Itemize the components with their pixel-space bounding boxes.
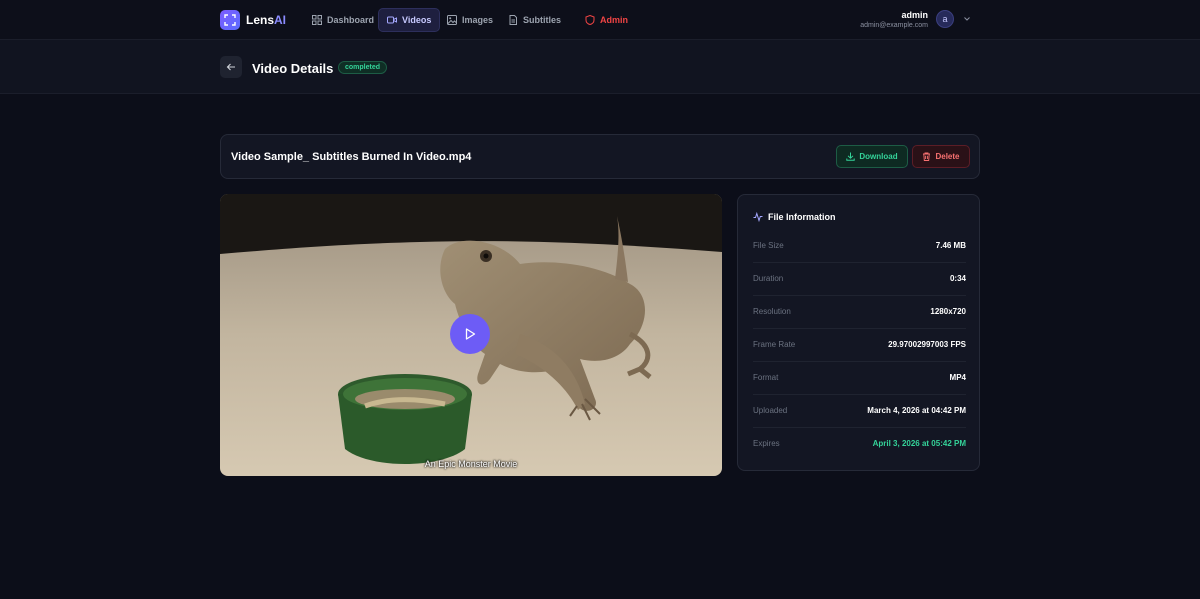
video-icon xyxy=(387,16,397,24)
info-value: 0:34 xyxy=(949,274,966,283)
info-value: March 4, 2026 at 04:42 PM xyxy=(867,406,966,415)
avatar[interactable]: a xyxy=(936,10,954,28)
info-label: Resolution xyxy=(753,307,791,316)
info-row-resolution: Resolution 1280x720 xyxy=(753,296,966,329)
info-value: 29.97002997003 FPS xyxy=(888,340,966,349)
arrow-left-icon xyxy=(226,63,235,71)
info-row-duration: Duration 0:34 xyxy=(753,263,966,296)
info-label: Expires xyxy=(753,439,780,448)
nav-item-dashboard[interactable]: Dashboard xyxy=(304,8,382,32)
info-value: 7.46 MB xyxy=(935,241,966,250)
video-player[interactable]: An Epic Monster Movie xyxy=(220,194,722,476)
video-subtitle: An Epic Monster Movie xyxy=(424,459,518,469)
nav-label-admin: Admin xyxy=(600,15,628,25)
play-icon xyxy=(465,328,476,340)
status-badge: completed xyxy=(338,61,388,74)
info-value: MP4 xyxy=(949,373,966,382)
subtitles-icon xyxy=(509,15,517,25)
lens-logo-icon xyxy=(220,10,240,30)
info-label: File Size xyxy=(753,241,784,250)
info-value: 1280x720 xyxy=(930,307,966,316)
nav-item-admin[interactable]: Admin xyxy=(577,8,636,32)
file-name: Video Sample_ Subtitles Burned In Video.… xyxy=(231,151,472,163)
info-label: Duration xyxy=(753,274,784,283)
download-icon xyxy=(846,152,856,161)
info-row-uploaded: Uploaded March 4, 2026 at 04:42 PM xyxy=(753,395,966,428)
nav-label-images: Images xyxy=(462,15,494,25)
activity-icon xyxy=(753,212,763,222)
info-label: Format xyxy=(753,373,779,382)
delete-label: Delete xyxy=(935,152,960,161)
info-value: April 3, 2026 at 05:42 PM xyxy=(872,439,966,448)
user-email: admin@example.com xyxy=(860,22,928,29)
play-button[interactable] xyxy=(450,314,490,354)
page-title: Video Details xyxy=(252,61,334,76)
info-label: Uploaded xyxy=(753,406,788,415)
info-row-frame-rate: Frame Rate 29.97002997003 FPS xyxy=(753,329,966,362)
nav-item-videos[interactable]: Videos xyxy=(378,8,441,32)
shield-icon xyxy=(585,15,595,25)
file-information-panel: File Information File Size 7.46 MB Durat… xyxy=(737,194,980,471)
download-button[interactable]: Download xyxy=(836,145,908,168)
user-info: admin admin@example.com xyxy=(860,10,928,29)
download-label: Download xyxy=(859,152,898,161)
info-row-file-size: File Size 7.46 MB xyxy=(753,230,966,263)
page-header xyxy=(0,40,1200,94)
file-information-title: File Information xyxy=(753,212,836,222)
file-header-card: Video Sample_ Subtitles Burned In Video.… xyxy=(220,134,980,179)
user-name: admin xyxy=(901,10,928,20)
brand[interactable]: LensAI xyxy=(220,10,286,30)
nav-label-dashboard: Dashboard xyxy=(327,15,375,25)
trash-icon xyxy=(923,152,931,161)
dashboard-icon xyxy=(312,15,322,25)
nav-label-videos: Videos xyxy=(402,15,432,25)
info-row-format: Format MP4 xyxy=(753,362,966,395)
file-information-label: File Information xyxy=(768,212,836,222)
image-icon xyxy=(447,15,457,25)
chevron-down-icon[interactable] xyxy=(963,15,971,23)
brand-name: LensAI xyxy=(246,13,287,27)
back-button[interactable] xyxy=(220,56,242,78)
nav-item-subtitles[interactable]: Subtitles xyxy=(500,8,569,32)
info-label: Frame Rate xyxy=(753,340,796,349)
nav-label-subtitles: Subtitles xyxy=(523,15,562,25)
nav-item-images[interactable]: Images xyxy=(439,8,501,32)
info-row-expires: Expires April 3, 2026 at 05:42 PM xyxy=(753,428,966,461)
delete-button[interactable]: Delete xyxy=(912,145,970,168)
